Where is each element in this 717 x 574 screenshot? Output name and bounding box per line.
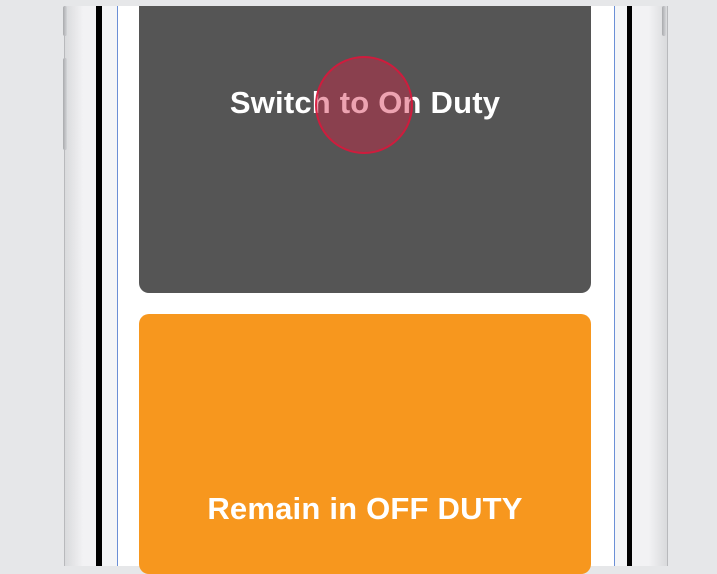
phone-volume-button xyxy=(63,58,67,150)
phone-side-button xyxy=(63,6,67,36)
phone-power-button xyxy=(662,6,666,36)
switch-to-on-duty-label: Switch to On Duty xyxy=(229,85,501,120)
remain-off-duty-button[interactable]: Remain in OFF DUTY xyxy=(139,314,591,574)
switch-to-on-duty-button[interactable]: Switch to On Duty xyxy=(139,6,591,293)
remain-off-duty-label: Remain in OFF DUTY xyxy=(207,491,523,526)
